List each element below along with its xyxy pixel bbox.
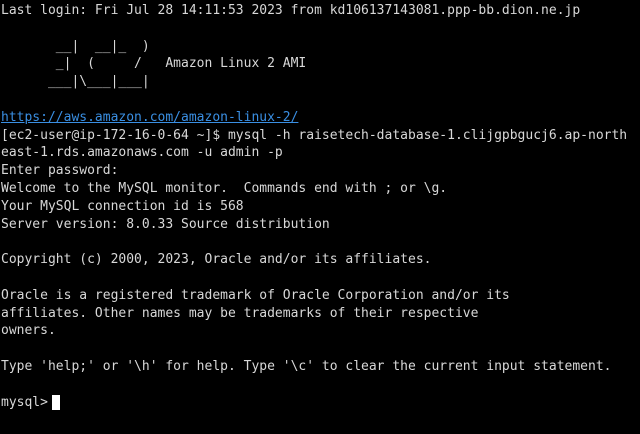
mysql-prompt: mysql>	[1, 394, 48, 410]
last-login-line: Last login: Fri Jul 28 14:11:53 2023 fro…	[1, 3, 581, 18]
welcome-line: Welcome to the MySQL monitor. Commands e…	[1, 180, 448, 196]
command-line-2: east-1.rds.amazonaws.com -u admin -p	[1, 145, 283, 161]
command-line-1: [ec2-user@ip-172-16-0-64 ~]$ mysql -h ra…	[1, 127, 628, 143]
text-cursor	[51, 394, 60, 410]
trademark-line-3: owners.	[1, 323, 56, 339]
banner-line-2: _| ( / Amazon Linux 2 AMI	[1, 56, 307, 72]
amazon-linux-link[interactable]: https://aws.amazon.com/amazon-linux-2/	[1, 109, 640, 127]
terminal-window[interactable]: Last login: Fri Jul 28 14:11:53 2023 fro…	[0, 0, 640, 434]
banner-line-1: __| __|_ )	[1, 38, 150, 54]
server-version-line: Server version: 8.0.33 Source distributi…	[1, 216, 330, 232]
connection-id-line: Your MySQL connection id is 568	[1, 198, 244, 214]
copyright-line: Copyright (c) 2000, 2023, Oracle and/or …	[1, 252, 432, 268]
help-line: Type 'help;' or '\h' for help. Type '\c'…	[1, 358, 612, 374]
trademark-line-1: Oracle is a registered trademark of Orac…	[1, 287, 510, 303]
trademark-line-2: affiliates. Other names may be trademark…	[1, 305, 479, 321]
banner-line-3: ___|\___|___|	[1, 74, 150, 90]
mysql-prompt-line[interactable]: mysql>	[1, 394, 640, 412]
enter-password-line: Enter password:	[1, 163, 119, 179]
